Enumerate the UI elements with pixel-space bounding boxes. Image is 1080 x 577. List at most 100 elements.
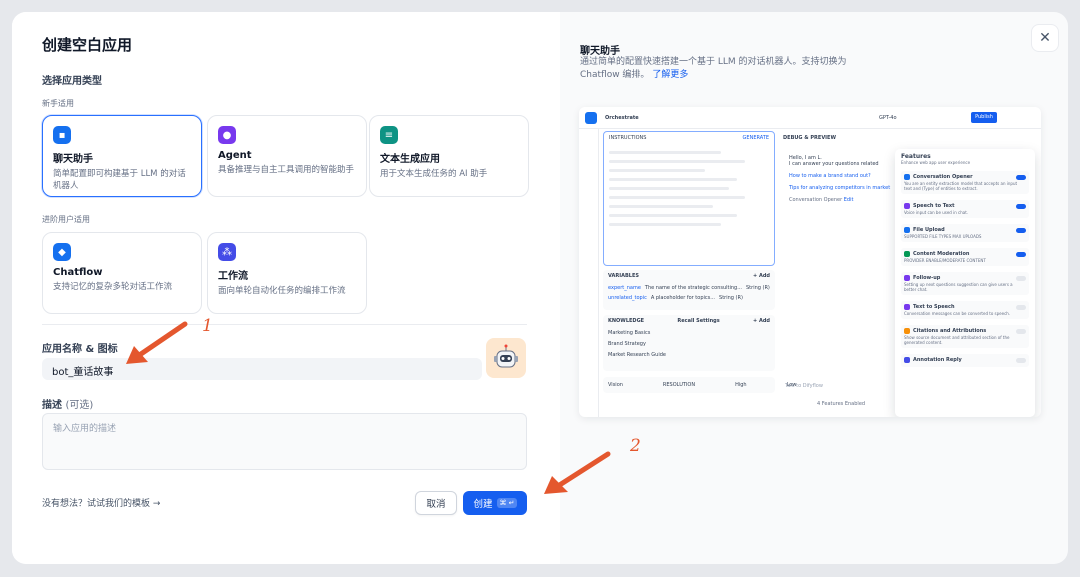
kb-item: Brand Strategy [608,341,646,347]
preview-desc: 通过简单的配置快速搭建一个基于 LLM 的对话机器人。支持切换为 Chatflo… [580,56,860,82]
feature-toggle [1016,275,1026,281]
card-name: Chatflow [53,267,103,278]
feature-item: Conversation Opener You are an entity ext… [901,171,1029,194]
features-enabled: 4 Features Enabled [817,401,866,407]
high-label: High [735,382,747,388]
add-label: + Add [753,273,770,279]
learn-more-link[interactable]: 了解更多 [652,70,688,80]
annotation-number-2: 2 [630,436,641,456]
app-type-chatflow[interactable]: ◆ Chatflow 支持记忆的复杂多轮对话工作流 [42,232,202,314]
app-icon-picker[interactable] [486,338,526,378]
feature-name: Annotation Reply [913,357,962,363]
card-desc: 具备推理与自主工具调用的智能助手 [218,165,355,175]
edit-label: Edit [843,197,854,203]
var-name: expert_name [608,285,641,291]
app-type-agent[interactable]: ● Agent 具备推理与自主工具调用的智能助手 [207,115,367,197]
conv-opener-label: Conversation Opener [789,197,843,203]
kb-item: Market Research Guide [608,352,666,358]
feature-desc: Voice input can be used in chat. [904,210,969,215]
feature-toggle [1016,227,1026,233]
vision-panel: Vision RESOLUTION High Low [603,377,796,393]
suggested-q2: Tips for analyzing competitors in market [789,185,891,191]
text-generation-icon: ≡ [380,126,398,144]
feature-item: Content Moderation PROVIDER ENABLE/MODERA… [901,248,1029,266]
feature-desc: SUPPORTED FILE TYPES MAX UPLOADS [904,234,982,239]
resolution-label: RESOLUTION [662,382,696,388]
feature-toggle [1016,328,1026,334]
var-desc: A placeholder for topics... [650,295,716,301]
instructions-label: INSTRUCTIONS [609,135,647,141]
card-desc: 简单配置即可构建基于 LLM 的对话机器人 [53,169,186,191]
features-title: Features [901,153,931,160]
card-desc: 面向单轮自动化任务的编排工作流 [218,286,346,296]
feature-icon [904,174,910,180]
divider [42,324,527,325]
annotation-arrow-1 [126,321,188,364]
features-panel: Features Enhance web app user experience… [895,149,1035,417]
feature-icon [904,357,910,363]
preview-header: Orchestrate GPT-4o Publish [579,107,1041,129]
annotation-arrow-2 [544,451,611,494]
create-button[interactable]: 创建 ⌘ ↵ [463,491,527,515]
app-type-label: 选择应用类型 [42,76,102,87]
feature-name: Text to Speech [913,304,955,310]
template-link[interactable]: 没有想法？试试我们的模板 → [42,496,160,509]
feature-desc: Show source document and attributed sect… [904,335,1010,345]
desc-label: 描述 (可选) [42,396,93,411]
feature-item: Annotation Reply [901,354,1029,367]
features-list: Conversation Opener You are an entity ext… [901,171,1029,367]
feature-name: Follow-up [913,275,941,281]
feature-item: Follow-up Setting up next questions sugge… [901,272,1029,295]
name-label: 应用名称 & 图标 [42,344,118,355]
suggested-q1: How to make a brand stand out? [789,173,871,179]
app-type-workflow[interactable]: ⁂ 工作流 面向单轮自动化任务的编排工作流 [207,232,367,314]
generate-label: GENERATE [742,135,769,141]
knowledge-label: KNOWLEDGE [608,318,645,324]
var-name: unrelated_topic [608,295,647,301]
publish-button: Publish [971,112,997,123]
card-name: 聊天助手 [53,154,93,165]
feature-toggle [1016,357,1026,363]
app-name-input[interactable]: bot_童话故事 [42,358,482,380]
agent-icon: ● [218,126,236,144]
instructions-box: INSTRUCTIONS GENERATE [603,131,775,266]
chatflow-icon: ◆ [53,243,71,261]
create-label: 创建 [473,499,493,510]
feature-desc: Conversation messages can be converted t… [904,311,1011,316]
preview-title: 聊天助手 [580,46,620,57]
feature-desc: You are an entity extraction model that … [904,181,1018,191]
dialog-title: 创建空白应用 [42,36,133,54]
feature-toggle [1016,304,1026,310]
close-icon[interactable]: ✕ [1031,24,1059,52]
app-type-text-generation[interactable]: ≡ 文本生成应用 用于文本生成任务的 AI 助手 [369,115,529,197]
feature-toggle [1016,251,1026,257]
recall-label: Recall Settings [677,318,720,324]
features-sub: Enhance web app user experience [901,160,971,165]
chat-preview: Hello, I am L. I can answer your questio… [789,155,899,203]
variables-panel: VARIABLES + Add expert_name The name of th… [603,270,775,310]
greeting2: I can answer your questions related [789,161,879,167]
talk-input: Talk to Difyflow [785,383,823,389]
feature-name: Speech to Text [913,203,955,209]
feature-item: Speech to Text Voice input can be used in… [901,200,1029,218]
preview-screenshot: Orchestrate GPT-4o Publish INSTRUCTIONS G… [579,107,1041,417]
card-desc: 支持记忆的复杂多轮对话工作流 [53,282,173,292]
chat-icon: ▪ [53,126,71,144]
card-name: Agent [218,150,252,161]
debug-label: DEBUG & PREVIEW [783,135,836,141]
feature-desc: PROVIDER ENABLE/MODERATE CONTENT [904,258,986,263]
cancel-button[interactable]: 取消 [415,491,457,515]
orchestrate-label: Orchestrate [605,115,639,121]
feature-item: Citations and Attributions Show source do… [901,325,1029,348]
feature-icon [904,275,910,281]
app-description-textarea[interactable]: 输入应用的描述 [42,413,527,470]
add-label: + Add [753,318,770,324]
create-app-form: 创建空白应用 选择应用类型 新手适用 ▪ 聊天助手 简单配置即可构建基于 LLM… [12,12,560,564]
annotation-number-1: 1 [202,316,213,336]
var-type: String (R) [746,285,770,291]
preview-desc-text: 通过简单的配置快速搭建一个基于 LLM 的对话机器人。支持切换为 Chatflo… [580,57,847,80]
app-icon [585,112,597,124]
var-desc: The name of the strategic consulting... [644,285,742,291]
workflow-icon: ⁂ [218,243,236,261]
app-type-chat-assistant[interactable]: ▪ 聊天助手 简单配置即可构建基于 LLM 的对话机器人 [42,115,202,197]
